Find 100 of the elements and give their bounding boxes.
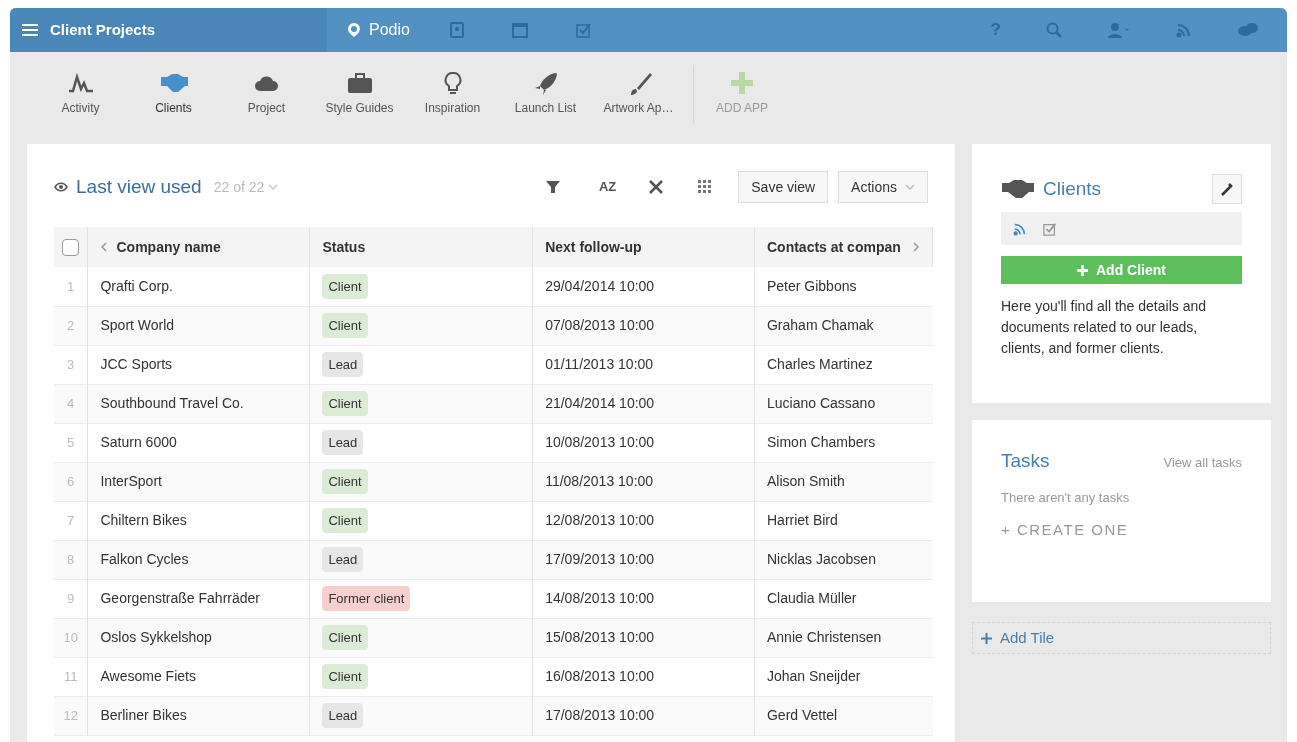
app-tab[interactable]: Style Guides	[313, 71, 406, 117]
wrench-icon	[1220, 182, 1234, 196]
follow-up-date: 21/04/2014 10:00	[545, 395, 655, 411]
column-header[interactable]: Next follow-up	[545, 236, 642, 258]
follow-up-date: 16/08/2013 10:00	[545, 668, 655, 684]
row-number: 12	[63, 707, 78, 723]
company-name[interactable]: InterSport	[100, 473, 162, 489]
column-header[interactable]: Company name	[116, 236, 221, 258]
save-view-button[interactable]: Save view	[738, 171, 829, 203]
contact-name: Charles Martinez	[767, 356, 873, 372]
contact-name: Annie Christensen	[767, 629, 882, 645]
grid-icon[interactable]	[698, 180, 713, 194]
select-all-checkbox[interactable]	[62, 239, 80, 257]
user-icon[interactable]	[1107, 22, 1131, 38]
app-tab[interactable]: Artwork Ap…	[592, 71, 685, 117]
status-tag: Client	[322, 312, 368, 339]
feed-icon[interactable]	[1176, 22, 1192, 38]
row-number: 1	[67, 278, 75, 294]
chevron-down-icon[interactable]	[268, 183, 279, 191]
company-name[interactable]: Qrafti Corp.	[100, 277, 173, 294]
contact-name: Claudia Müller	[767, 590, 857, 606]
company-name[interactable]: Southbound Travel Co.	[100, 395, 244, 411]
menu-icon[interactable]	[22, 23, 38, 37]
plus-icon	[1077, 264, 1088, 276]
follow-up-date: 07/08/2013 10:00	[545, 317, 655, 333]
row-number: 10	[63, 629, 78, 645]
app-tab[interactable]: Clients	[127, 71, 220, 117]
contact-name: Simon Chambers	[767, 434, 876, 450]
app-title[interactable]: Clients	[1043, 174, 1102, 204]
status-tag: Client	[322, 390, 368, 417]
view-title[interactable]: Last view used	[76, 172, 202, 202]
company-name[interactable]: Berliner Bikes	[100, 707, 187, 723]
app-description: Here you'll find all the details and documents related to our leads, clients, and former clients.	[1001, 297, 1208, 358]
row-number: 7	[67, 512, 75, 528]
contact-name: Gerd Vettel	[767, 707, 838, 723]
plus-icon	[730, 71, 754, 95]
follow-up-date: 01/11/2013 10:00	[545, 356, 654, 372]
company-name[interactable]: Awesome Fiets	[100, 668, 196, 684]
calendar-icon[interactable]	[511, 22, 528, 38]
actions-button[interactable]: Actions	[838, 171, 928, 203]
briefcase-icon	[345, 71, 374, 95]
checkbox-icon[interactable]	[575, 22, 592, 38]
contact-name: Nicklas Jacobsen	[767, 551, 876, 567]
contact-name: Graham Chamak	[767, 317, 874, 333]
company-name[interactable]: Chiltern Bikes	[100, 512, 187, 528]
app-tab[interactable]: Inspiration	[406, 71, 499, 117]
row-number: 3	[67, 356, 75, 372]
company-name[interactable]: JCC Sports	[100, 356, 173, 372]
column-header[interactable]: Contacts at compan	[767, 236, 901, 258]
app-tab[interactable]: Launch List	[499, 71, 592, 117]
company-name[interactable]: Georgenstraße Fahrräder	[100, 590, 260, 606]
follow-up-date: 12/08/2013 10:00	[545, 512, 655, 528]
feed-icon[interactable]	[1013, 221, 1027, 236]
contact-name: Harriet Bird	[767, 512, 838, 528]
plus-icon	[981, 632, 992, 644]
status-tag: Client	[322, 507, 368, 534]
contact-name: Johan Sneijder	[767, 668, 861, 684]
follow-up-date: 10/08/2013 10:00	[545, 434, 655, 450]
status-tag: Lead	[322, 702, 364, 729]
scroll-right-icon[interactable]	[912, 242, 920, 252]
contacts-icon[interactable]	[449, 22, 464, 38]
follow-up-date: 15/08/2013 10:00	[545, 629, 655, 645]
empty-message: There aren't any tasks	[1001, 488, 1131, 507]
search-icon[interactable]	[1046, 22, 1062, 38]
contact-name: Peter Gibbons	[767, 277, 857, 294]
status-tag: Client	[322, 468, 368, 495]
company-name[interactable]: Saturn 6000	[100, 434, 177, 450]
follow-up-date: 17/08/2013 10:00	[545, 707, 655, 723]
sort-button[interactable]: AZ	[598, 177, 617, 197]
status-tag: Lead	[322, 546, 364, 573]
chat-bubbles-icon[interactable]	[1237, 22, 1259, 38]
contact-name: Luciano Cassano	[767, 395, 876, 411]
app-tab[interactable]: Activity	[34, 71, 127, 117]
follow-up-date: 29/04/2014 10:00	[545, 277, 655, 294]
status-tag: Client	[322, 624, 368, 651]
location-pin-icon	[347, 22, 361, 38]
row-number: 8	[67, 551, 75, 567]
eye-icon	[54, 182, 68, 192]
follow-up-date: 11/08/2013 10:00	[545, 473, 654, 489]
filter-icon[interactable]	[544, 179, 561, 195]
row-number: 6	[67, 473, 75, 489]
workspace-title[interactable]: Client Projects	[50, 18, 156, 42]
status-tag: Lead	[322, 351, 364, 378]
company-name[interactable]: Sport World	[100, 317, 175, 333]
status-tag: Former client	[322, 585, 411, 612]
row-number: 4	[67, 395, 75, 411]
column-header[interactable]: Status	[322, 236, 366, 258]
company-name[interactable]: Falkon Cycles	[100, 551, 189, 567]
follow-up-date: 17/09/2013 10:00	[545, 551, 655, 567]
row-number: 2	[67, 317, 75, 333]
follow-up-date: 14/08/2013 10:00	[545, 590, 655, 606]
add-tile-button[interactable]: Add Tile	[972, 622, 1271, 654]
contact-name: Alison Smith	[767, 473, 845, 489]
scroll-left-icon[interactable]	[100, 242, 109, 252]
checkbox-icon[interactable]	[1043, 221, 1057, 236]
company-name[interactable]: Oslos Sykkelshop	[100, 629, 212, 645]
row-number: 11	[64, 668, 78, 684]
status-tag: Lead	[322, 429, 364, 456]
app-tab[interactable]: Project	[220, 71, 313, 117]
settings-button[interactable]	[1212, 174, 1242, 204]
